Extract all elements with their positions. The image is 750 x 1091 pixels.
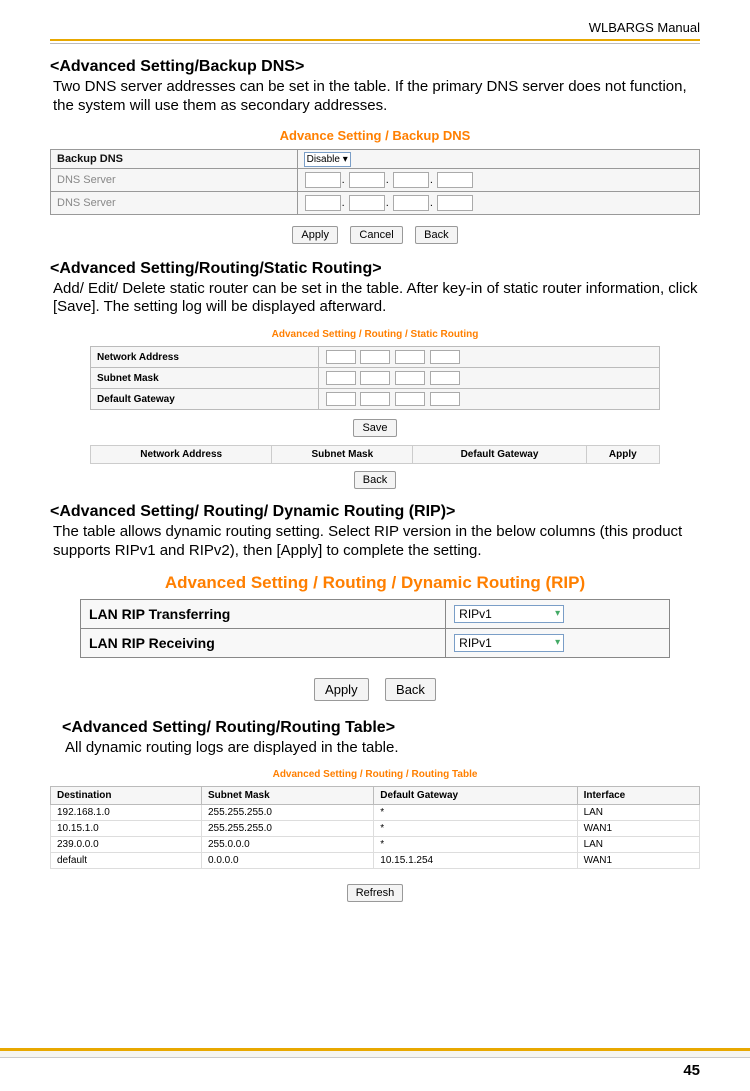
ip-octet[interactable]	[360, 392, 390, 406]
ip-octet[interactable]	[326, 371, 356, 385]
ip-octet[interactable]	[395, 371, 425, 385]
dynamic-routing-table: LAN RIP Transferring RIPv1 LAN RIP Recei…	[80, 599, 670, 658]
s3-heading: <Advanced Setting/ Routing/ Dynamic Rout…	[50, 503, 700, 521]
s2-screenshot-title: Advanced Setting / Routing / Static Rout…	[50, 329, 700, 340]
ip-octet[interactable]	[326, 392, 356, 406]
ip-octet[interactable]	[349, 195, 385, 211]
routing-table: Destination Subnet Mask Default Gateway …	[50, 786, 700, 869]
lan-rip-transferring-label: LAN RIP Transferring	[81, 599, 446, 628]
ip-octet[interactable]	[395, 350, 425, 364]
top-rule	[50, 39, 700, 44]
rt-head-gateway: Default Gateway	[374, 787, 577, 805]
s1-screenshot-title: Advance Setting / Backup DNS	[50, 128, 700, 143]
s4-body: All dynamic routing logs are displayed i…	[65, 739, 700, 758]
default-gateway-label: Default Gateway	[91, 389, 319, 410]
static-routing-log-table: Network Address Subnet Mask Default Gate…	[90, 445, 660, 464]
table-row: 239.0.0.0 255.0.0.0 * LAN	[51, 837, 700, 853]
ip-octet[interactable]	[326, 350, 356, 364]
table-row: 192.168.1.0 255.255.255.0 * LAN	[51, 805, 700, 821]
back-button[interactable]: Back	[385, 678, 436, 701]
ip-octet[interactable]	[437, 195, 473, 211]
refresh-button[interactable]: Refresh	[347, 884, 404, 902]
s1-body: Two DNS server addresses can be set in t…	[53, 78, 700, 116]
back-button[interactable]: Back	[415, 226, 457, 244]
dns-server-2-label: DNS Server	[51, 191, 298, 214]
col-network-address: Network Address	[91, 446, 272, 464]
table-row: default 0.0.0.0 10.15.1.254 WAN1	[51, 853, 700, 869]
back-button[interactable]: Back	[354, 471, 396, 489]
ip-octet[interactable]	[430, 350, 460, 364]
subnet-mask-label: Subnet Mask	[91, 368, 319, 389]
manual-title: WLBARGS Manual	[50, 20, 700, 39]
rt-head-destination: Destination	[51, 787, 202, 805]
page-number: 45	[0, 1058, 750, 1091]
rip-receiving-select[interactable]: RIPv1	[454, 634, 564, 652]
ip-octet[interactable]	[305, 172, 341, 188]
lan-rip-receiving-label: LAN RIP Receiving	[81, 628, 446, 657]
s4-screenshot-title: Advanced Setting / Routing / Routing Tab…	[50, 769, 700, 780]
ip-octet[interactable]	[305, 195, 341, 211]
ip-octet[interactable]	[395, 392, 425, 406]
backup-dns-table: Backup DNS Disable ▾ DNS Server . . . DN…	[50, 149, 700, 215]
network-address-label: Network Address	[91, 347, 319, 368]
col-default-gateway: Default Gateway	[413, 446, 586, 464]
rip-transferring-select[interactable]: RIPv1	[454, 605, 564, 623]
cancel-button[interactable]: Cancel	[350, 226, 402, 244]
dns-server-1-label: DNS Server	[51, 168, 298, 191]
ip-octet[interactable]	[430, 392, 460, 406]
s1-heading: <Advanced Setting/Backup DNS>	[50, 58, 700, 76]
backup-dns-label: Backup DNS	[51, 149, 298, 168]
dns-server-1-cell: . . .	[297, 168, 699, 191]
col-apply: Apply	[586, 446, 659, 464]
ip-octet[interactable]	[360, 350, 390, 364]
apply-button[interactable]: Apply	[314, 678, 369, 701]
rt-head-interface: Interface	[577, 787, 699, 805]
ip-octet[interactable]	[349, 172, 385, 188]
s3-body: The table allows dynamic routing setting…	[53, 523, 700, 561]
save-button[interactable]: Save	[353, 419, 396, 437]
static-routing-table: Network Address Subnet Mask Defa	[90, 346, 660, 410]
rt-head-subnet: Subnet Mask	[202, 787, 374, 805]
ip-octet[interactable]	[393, 195, 429, 211]
ip-octet[interactable]	[360, 371, 390, 385]
ip-octet[interactable]	[393, 172, 429, 188]
s2-body: Add/ Edit/ Delete static router can be s…	[53, 280, 700, 318]
col-subnet-mask: Subnet Mask	[272, 446, 413, 464]
table-row: 10.15.1.0 255.255.255.0 * WAN1	[51, 821, 700, 837]
s4-heading: <Advanced Setting/ Routing/Routing Table…	[62, 719, 700, 737]
footer-rule	[0, 1048, 750, 1058]
apply-button[interactable]: Apply	[292, 226, 338, 244]
s2-heading: <Advanced Setting/Routing/Static Routing…	[50, 260, 700, 278]
backup-dns-select[interactable]: Disable ▾	[304, 152, 351, 167]
backup-dns-select-cell: Disable ▾	[297, 149, 699, 168]
dns-server-2-cell: . . .	[297, 191, 699, 214]
s3-screenshot-title: Advanced Setting / Routing / Dynamic Rou…	[50, 573, 700, 593]
ip-octet[interactable]	[437, 172, 473, 188]
ip-octet[interactable]	[430, 371, 460, 385]
